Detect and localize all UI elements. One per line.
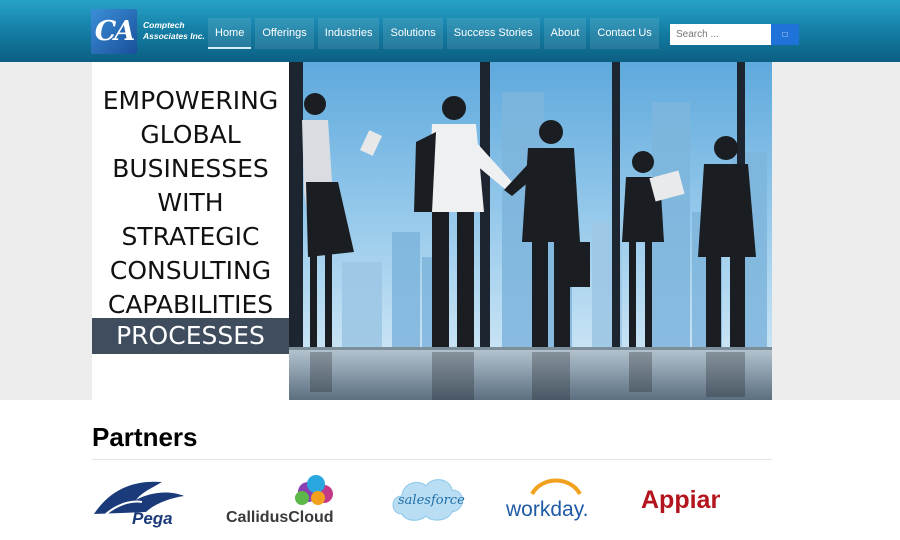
nav-item-offerings[interactable]: Offerings bbox=[255, 18, 314, 49]
logo-company-name: Comptech Associates Inc. bbox=[143, 20, 205, 41]
partner-logo-salesforce[interactable]: salesforce bbox=[388, 470, 468, 530]
partners-heading: Partners bbox=[92, 422, 198, 452]
company-logo[interactable]: CA Comptech Associates Inc. bbox=[91, 9, 211, 54]
hero-headline-line: WITH bbox=[157, 188, 224, 217]
hero-headline-line: BUSINESSES bbox=[112, 154, 269, 183]
partner-logo-workday-text: workday. bbox=[505, 498, 588, 521]
partner-logo-workday[interactable]: workday. bbox=[504, 470, 610, 530]
hero-headline: EMPOWERING GLOBAL BUSINESSES WITH STRATE… bbox=[92, 84, 289, 322]
partner-logo-appian[interactable]: Appian bbox=[640, 470, 720, 530]
hero-headline-line: EMPOWERING bbox=[102, 86, 279, 115]
main-nav: Home Offerings Industries Solutions Succ… bbox=[208, 18, 663, 49]
logo-mark: CA bbox=[91, 9, 137, 54]
partner-logo-pega-text: Pega bbox=[132, 509, 173, 528]
partner-logo-callidus-cloud-text: CallidusCloud bbox=[226, 509, 334, 526]
hero-headline-line: CAPABILITIES bbox=[107, 290, 274, 319]
partners-divider bbox=[92, 459, 772, 460]
hero-rotating-word: PROCESSES bbox=[92, 318, 289, 354]
nav-item-solutions[interactable]: Solutions bbox=[383, 18, 443, 49]
partner-logo-pega[interactable]: Pega bbox=[92, 470, 192, 530]
search-button[interactable]: □ bbox=[771, 24, 799, 45]
nav-item-contact-us[interactable]: Contact Us bbox=[590, 18, 659, 49]
partner-logo-salesforce-text: salesforce bbox=[398, 493, 465, 508]
nav-item-success-stories[interactable]: Success Stories bbox=[446, 18, 540, 49]
site-header: CA Comptech Associates Inc. Home Offerin… bbox=[0, 0, 900, 62]
hero-banner: EMPOWERING GLOBAL BUSINESSES WITH STRATE… bbox=[92, 62, 772, 400]
partner-logo-appian-text: Appian bbox=[641, 486, 720, 514]
nav-item-industries[interactable]: Industries bbox=[317, 18, 380, 49]
hero-headline-line: STRATEGIC bbox=[121, 222, 260, 251]
hero-headline-line: GLOBAL bbox=[140, 120, 241, 149]
hero-headline-line: CONSULTING bbox=[109, 256, 272, 285]
partner-logo-callidus-cloud[interactable]: CallidusCloud bbox=[226, 470, 351, 530]
nav-item-about[interactable]: About bbox=[543, 18, 587, 49]
search-icon: □ bbox=[782, 30, 788, 39]
search-input[interactable] bbox=[670, 24, 771, 45]
nav-item-home[interactable]: Home bbox=[208, 18, 252, 49]
